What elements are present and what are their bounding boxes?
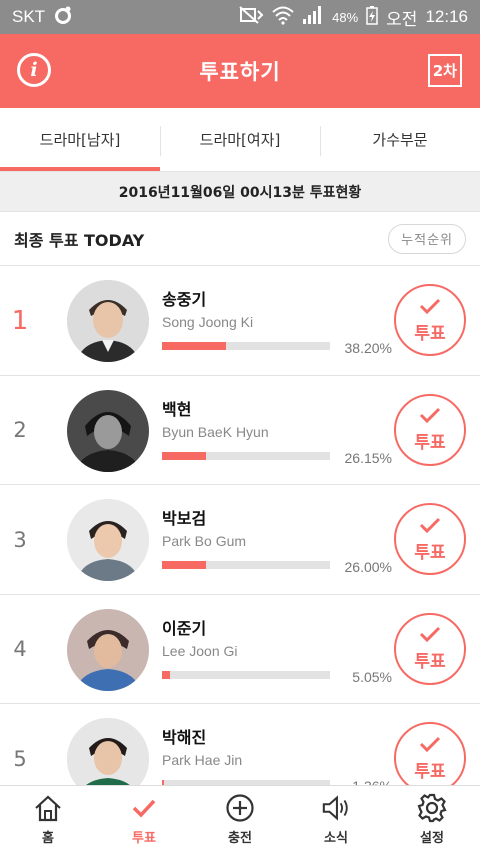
avatar [67,608,149,691]
page-title: 투표하기 [199,60,281,84]
gear-icon [417,793,447,823]
nav-news[interactable]: 소식 [288,786,384,853]
candidate-name: 박해진 [162,728,207,747]
vote-button[interactable]: 투표 [394,503,466,575]
vote-progress-fill [162,670,171,679]
carrier-logo-icon [53,5,73,30]
nav-home[interactable]: 홈 [0,786,96,853]
round-button[interactable]: 2차 [427,54,462,87]
tab-drama-male[interactable]: 드라마[남자] [0,108,160,171]
signal-icon [302,5,324,30]
avatar [67,280,149,362]
tab-drama-female[interactable]: 드라마[여자] [160,108,320,171]
ranking-row: 2 백현 Byun BaeK Hyun 26.15% 투표 [0,375,480,485]
vote-button[interactable]: 투표 [394,612,466,685]
candidate-name: 백현 [162,399,192,419]
candidate-english-name: Park Bo Gum [162,533,247,549]
candidate-english-name: Lee Joon Gi [162,642,238,659]
vote-progress-fill [162,451,206,460]
info-button[interactable]: i [17,53,51,87]
bottom-navigation: 홈 투표 충전 소식 설정 [0,785,480,853]
vote-progress-fill [162,342,227,350]
battery-percent: 48% [332,9,359,25]
check-icon [419,516,441,536]
check-icon [419,625,441,645]
nav-vote[interactable]: 투표 [96,786,192,853]
carrier-label: SKT [12,7,46,26]
vote-button-label: 투표 [414,761,446,782]
nav-label: 소식 [324,831,348,846]
status-bar: SKT 48% 오전 12:16 [0,0,480,34]
candidate-english-name: Park Hae Jin [162,752,243,768]
vote-button[interactable]: 투표 [394,722,466,794]
rank-number: 3 [13,527,27,552]
avatar [67,389,149,472]
vote-percent: 26.15% [344,449,392,466]
avatar [67,499,149,581]
mute-icon [238,5,264,30]
info-icon: i [30,59,38,81]
vote-button-label: 투표 [414,542,446,563]
nav-label: 설정 [420,831,444,846]
vote-progress-fill [162,561,206,569]
nav-label: 충전 [228,831,252,846]
vote-progress-bar [162,561,330,569]
candidate-name: 박보검 [162,509,207,528]
vote-button[interactable]: 투표 [394,284,466,356]
nav-charge[interactable]: 충전 [192,786,288,853]
section-header: 최종 투표 TODAY 누적순위 [0,212,480,266]
section-title: 최종 투표 TODAY [14,230,145,250]
wifi-icon [272,5,294,30]
ranking-row: 3 박보검 Park Bo Gum 26.00% 투표 [0,485,480,595]
candidate-name: 이준기 [162,618,207,638]
tab-singer[interactable]: 가수부문 [320,108,480,171]
check-icon [419,735,441,755]
battery-charging-icon [366,5,378,30]
ampm-label: 오전 [386,9,418,29]
vote-progress-bar [162,342,330,350]
category-tabs: 드라마[남자] 드라마[여자] 가수부문 [0,108,480,172]
vote-status-date: 2016년11월06일 00시13분 투표현황 [0,172,480,212]
candidate-english-name: Song Joong Ki [162,314,254,330]
vote-button-label: 투표 [414,652,446,672]
rank-number: 1 [11,305,29,336]
plus-circle-icon [225,793,255,823]
nav-label: 홈 [42,831,54,846]
vote-progress-bar [162,451,330,460]
ranking-row: 1 송중기 Song Joong Ki 38.20% 투표 [0,266,480,376]
rank-number: 2 [13,418,27,442]
vote-percent: 38.20% [344,340,392,356]
candidate-name: 송중기 [162,290,207,309]
vote-button-label: 투표 [414,323,446,344]
vote-percent: 5.05% [352,668,392,685]
vote-button-label: 투표 [414,433,446,453]
check-icon [419,297,441,317]
vote-button[interactable]: 투표 [394,393,466,466]
ranking-row: 4 이준기 Lee Joon Gi 5.05% 투표 [0,594,480,704]
ranking-list: 1 송중기 Song Joong Ki 38.20% 투표 2 백현 Byun … [0,266,480,814]
rank-number: 4 [13,637,27,661]
check-icon [419,406,441,426]
cumulative-ranking-button[interactable]: 누적순위 [388,223,466,254]
vote-progress-bar [162,670,330,679]
clock-time: 12:16 [425,7,468,26]
speaker-icon [321,793,351,823]
nav-settings[interactable]: 설정 [384,786,480,853]
check-icon [129,793,159,823]
vote-percent: 26.00% [344,559,392,575]
nav-label: 투표 [132,831,156,846]
home-icon [33,793,63,823]
candidate-english-name: Byun BaeK Hyun [162,423,269,440]
app-header: i 투표하기 2차 [0,34,480,108]
